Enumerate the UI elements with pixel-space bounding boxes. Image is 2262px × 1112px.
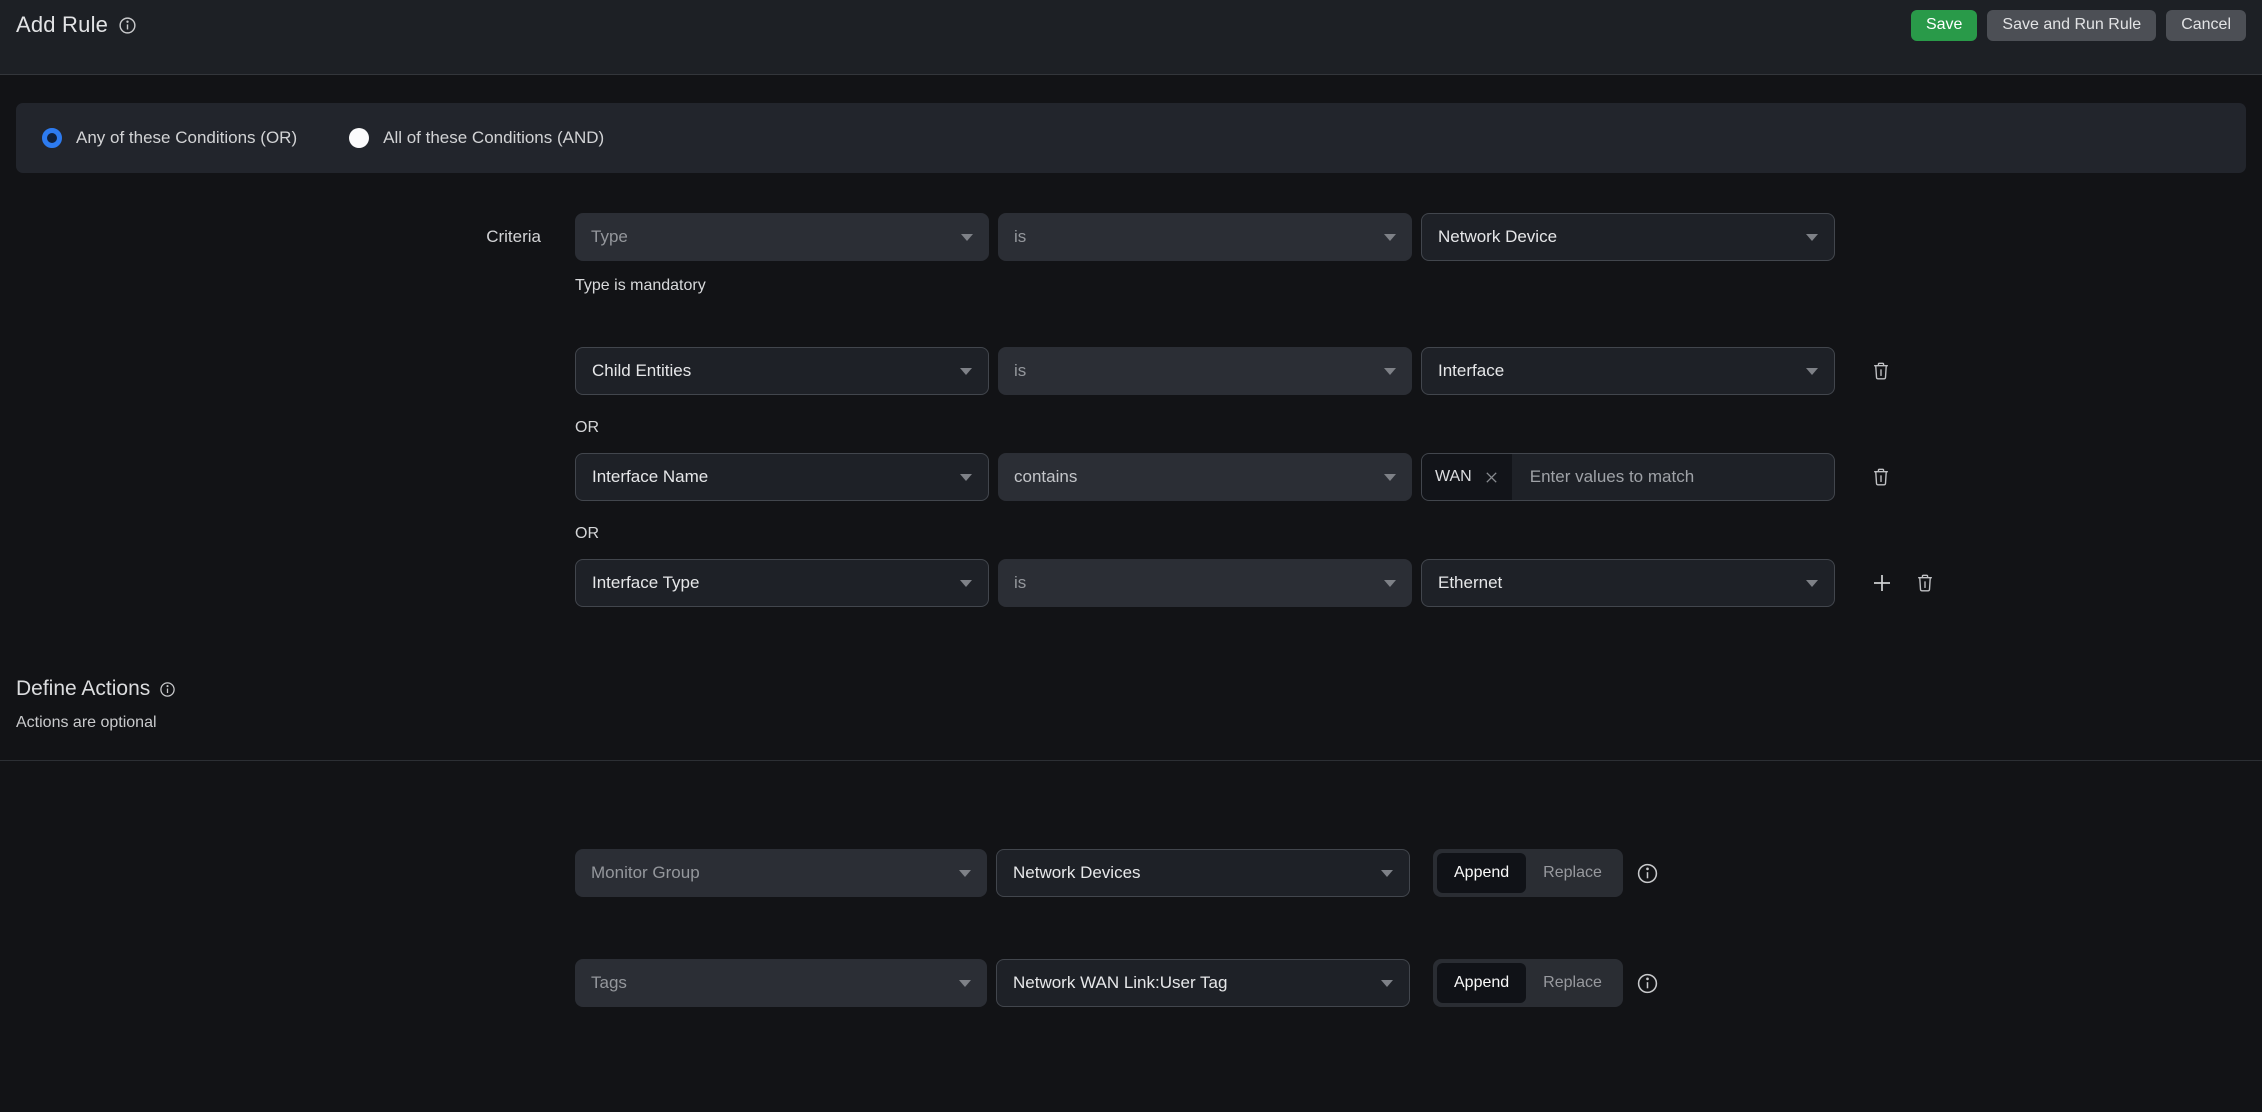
field-dropdown[interactable]: Type (575, 213, 989, 261)
criteria-row: Child Entities is Interface (16, 347, 2246, 395)
radio-unselected-icon (349, 128, 369, 148)
dropdown-value: Network Device (1438, 227, 1557, 247)
action-value-dropdown[interactable]: Network Devices (996, 849, 1410, 897)
radio-all-conditions-and[interactable]: All of these Conditions (AND) (349, 128, 604, 148)
or-separator: OR (575, 419, 2246, 437)
delete-row-button[interactable] (1870, 466, 1892, 488)
chevron-down-icon (1381, 870, 1393, 877)
trash-icon (1870, 360, 1892, 382)
radio-selected-icon (42, 128, 62, 148)
append-option[interactable]: Append (1437, 853, 1526, 893)
append-replace-toggle: Append Replace (1433, 849, 1623, 897)
or-separator: OR (575, 525, 2246, 543)
value-chip: WAN (1422, 454, 1512, 500)
input-placeholder: Enter values to match (1530, 454, 1694, 500)
dropdown-value: is (1014, 573, 1026, 593)
chevron-down-icon (960, 474, 972, 481)
chevron-down-icon (961, 234, 973, 241)
chevron-down-icon (959, 870, 971, 877)
chevron-down-icon (1384, 368, 1396, 375)
value-dropdown[interactable]: Ethernet (1421, 559, 1835, 607)
actions-subtitle: Actions are optional (16, 714, 2246, 732)
dropdown-value: Child Entities (592, 361, 691, 381)
dropdown-value: is (1014, 227, 1026, 247)
chevron-down-icon (960, 368, 972, 375)
chevron-down-icon (1384, 234, 1396, 241)
dropdown-value: is (1014, 361, 1026, 381)
header-bar: Add Rule Save Save and Run Rule Cancel (0, 0, 2262, 75)
replace-option[interactable]: Replace (1526, 853, 1619, 893)
cancel-button[interactable]: Cancel (2166, 10, 2246, 41)
plus-icon (1870, 571, 1894, 595)
field-dropdown[interactable]: Interface Name (575, 453, 989, 501)
chevron-down-icon (959, 980, 971, 987)
replace-option[interactable]: Replace (1526, 963, 1619, 1003)
radio-any-conditions-or[interactable]: Any of these Conditions (OR) (42, 128, 297, 148)
dropdown-value: Type (591, 227, 628, 247)
chevron-down-icon (960, 580, 972, 587)
chevron-down-icon (1806, 580, 1818, 587)
save-and-run-button[interactable]: Save and Run Rule (1987, 10, 2156, 41)
chip-label: WAN (1435, 468, 1472, 486)
field-dropdown[interactable]: Interface Type (575, 559, 989, 607)
delete-row-button[interactable] (1914, 572, 1936, 594)
dropdown-value: Interface Type (592, 573, 699, 593)
condition-mode-panel: Any of these Conditions (OR) All of thes… (16, 103, 2246, 173)
operator-dropdown[interactable]: is (998, 347, 1412, 395)
chevron-down-icon (1381, 980, 1393, 987)
chevron-down-icon (1384, 580, 1396, 587)
chevron-down-icon (1384, 474, 1396, 481)
page-title: Add Rule (16, 12, 108, 38)
append-option[interactable]: Append (1437, 963, 1526, 1003)
chevron-down-icon (1806, 234, 1818, 241)
action-row: Monitor Group Network Devices Append Rep… (16, 849, 2246, 897)
dropdown-value: Monitor Group (591, 863, 700, 883)
criteria-row: Interface Name contains WAN Enter values… (16, 453, 2246, 501)
criteria-row: Criteria Type is Network Device (16, 213, 2246, 261)
info-icon[interactable] (159, 681, 176, 698)
section-divider (0, 760, 2262, 761)
dropdown-value: Interface (1438, 361, 1504, 381)
action-row: Tags Network WAN Link:User Tag Append Re… (16, 959, 2246, 1007)
dropdown-value: Ethernet (1438, 573, 1502, 593)
dropdown-value: contains (1014, 467, 1077, 487)
info-icon[interactable] (1636, 972, 1659, 995)
action-field-dropdown[interactable]: Monitor Group (575, 849, 987, 897)
add-condition-button[interactable] (1870, 571, 1894, 595)
dropdown-value: Tags (591, 973, 627, 993)
mandatory-note: Type is mandatory (575, 277, 2246, 295)
actions-section-title: Define Actions (16, 677, 150, 701)
field-dropdown[interactable]: Child Entities (575, 347, 989, 395)
operator-dropdown[interactable]: is (998, 559, 1412, 607)
operator-dropdown[interactable]: contains (998, 453, 1412, 501)
values-input[interactable]: WAN Enter values to match (1421, 453, 1835, 501)
trash-icon (1914, 572, 1936, 594)
radio-label: Any of these Conditions (OR) (76, 128, 297, 148)
criteria-label: Criteria (16, 227, 575, 247)
close-icon[interactable] (1484, 470, 1499, 485)
dropdown-value: Interface Name (592, 467, 708, 487)
criteria-row: Interface Type is Ethernet (16, 559, 2246, 607)
save-button[interactable]: Save (1911, 10, 1977, 41)
info-icon[interactable] (1636, 862, 1659, 885)
append-replace-toggle: Append Replace (1433, 959, 1623, 1007)
action-field-dropdown[interactable]: Tags (575, 959, 987, 1007)
delete-row-button[interactable] (1870, 360, 1892, 382)
info-icon[interactable] (118, 16, 137, 35)
trash-icon (1870, 466, 1892, 488)
dropdown-value: Network WAN Link:User Tag (1013, 973, 1227, 993)
dropdown-value: Network Devices (1013, 863, 1141, 883)
radio-label: All of these Conditions (AND) (383, 128, 604, 148)
chevron-down-icon (1806, 368, 1818, 375)
action-value-dropdown[interactable]: Network WAN Link:User Tag (996, 959, 1410, 1007)
operator-dropdown[interactable]: is (998, 213, 1412, 261)
value-dropdown[interactable]: Interface (1421, 347, 1835, 395)
value-dropdown[interactable]: Network Device (1421, 213, 1835, 261)
